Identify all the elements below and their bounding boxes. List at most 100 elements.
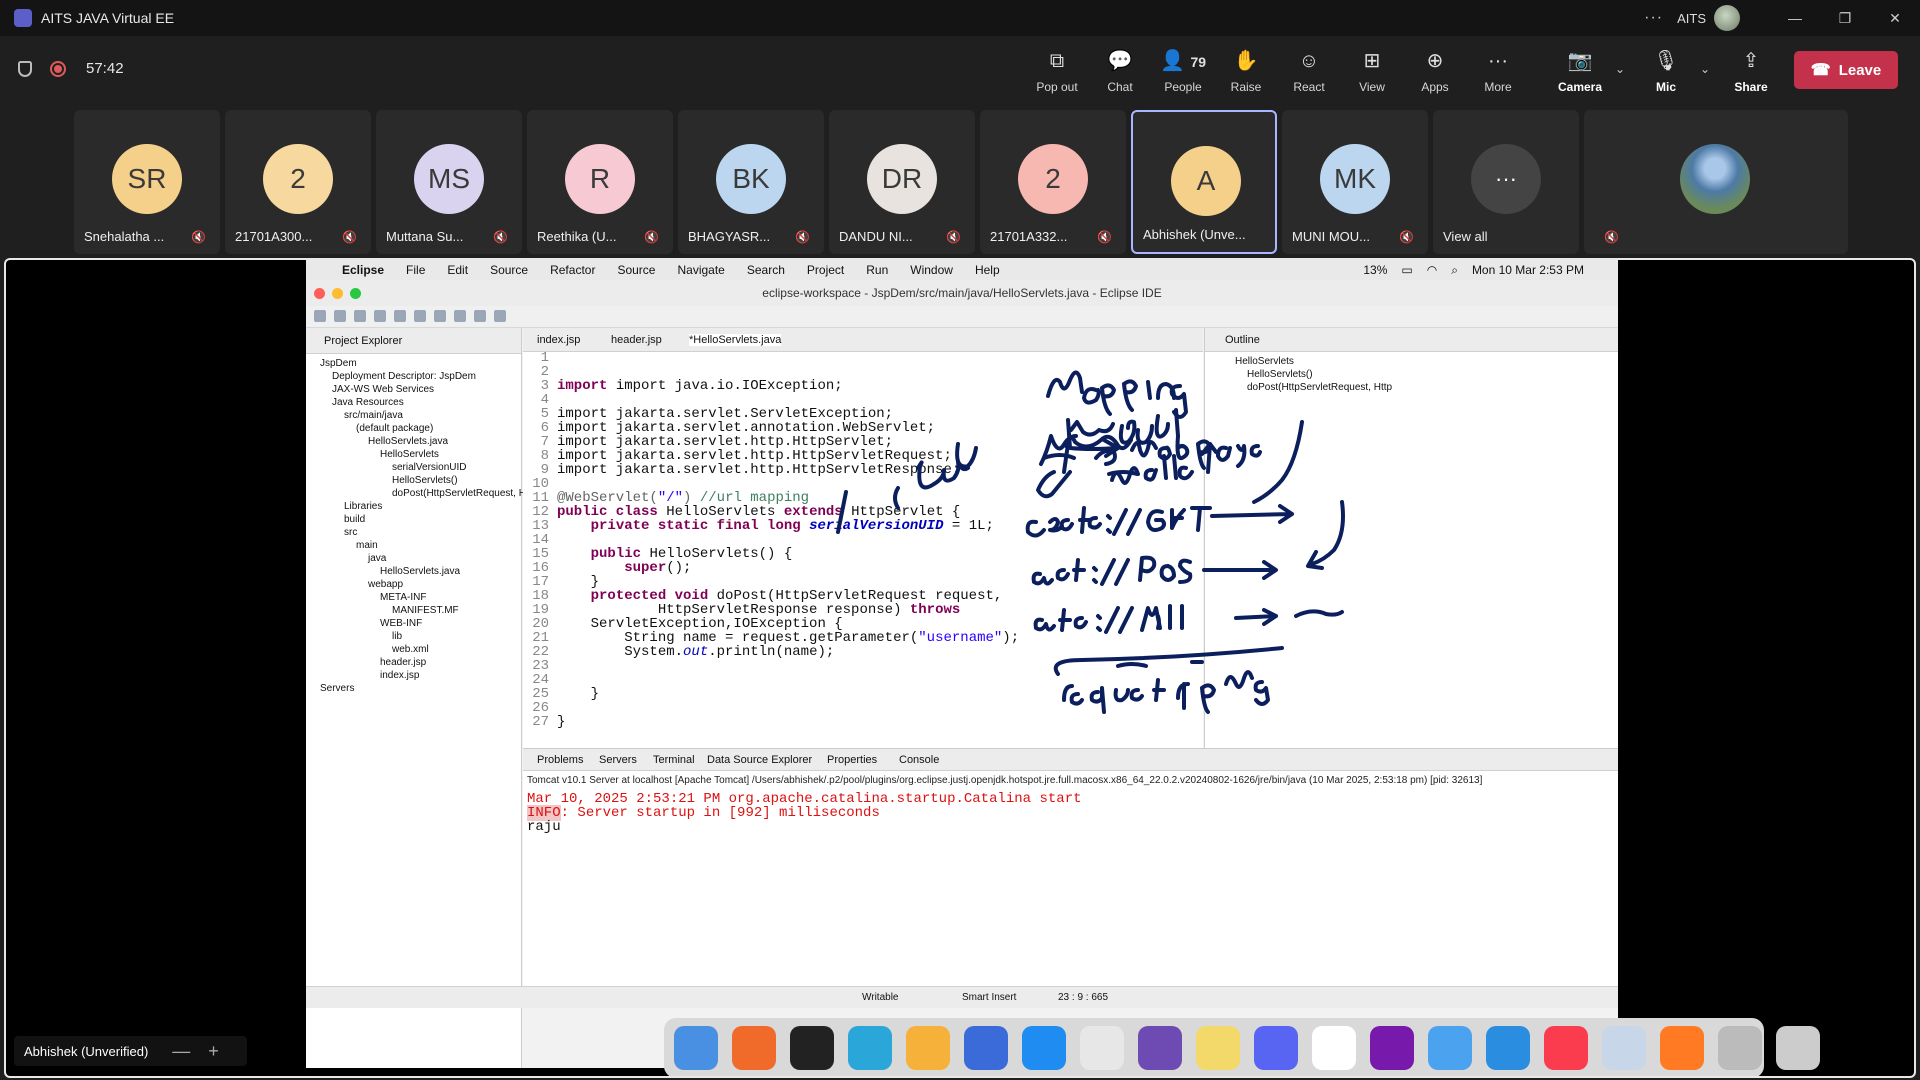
people-button[interactable]: 👤 79 People: [1151, 48, 1215, 94]
tab-data-source-explorer[interactable]: Data Source Explorer: [707, 754, 812, 766]
outline-item[interactable]: doPost(HttpServletRequest, Http: [1247, 382, 1392, 393]
zoom-icon[interactable]: [350, 288, 361, 299]
tree-item[interactable]: MANIFEST.MF: [392, 605, 459, 616]
menu-source[interactable]: Source: [490, 263, 528, 277]
tree-item[interactable]: main: [356, 540, 378, 551]
tree-item[interactable]: build: [344, 514, 365, 525]
music-icon[interactable]: [1544, 1026, 1588, 1070]
app-icon[interactable]: [848, 1026, 892, 1070]
menu-file[interactable]: File: [406, 263, 425, 277]
raise-hand-button[interactable]: ✋ Raise: [1214, 48, 1278, 94]
server-icon[interactable]: [434, 310, 446, 322]
tree-item[interactable]: Servers: [320, 683, 354, 694]
debug-icon[interactable]: [414, 310, 426, 322]
tab-problems[interactable]: Problems: [537, 754, 583, 766]
minimize-button[interactable]: —: [1770, 10, 1820, 26]
github-icon[interactable]: [1138, 1026, 1182, 1070]
participant-tile[interactable]: MK MUNI MOU... 🔇: [1282, 110, 1428, 254]
build-icon[interactable]: [394, 310, 406, 322]
menu-run[interactable]: Run: [866, 263, 888, 277]
mic-options-chevron-icon[interactable]: ⌄: [1700, 62, 1710, 76]
participant-tile[interactable]: MS Muttana Su... 🔇: [376, 110, 522, 254]
undo-icon[interactable]: [374, 310, 386, 322]
zoom-in-icon[interactable]: +: [208, 1041, 219, 1062]
tree-item[interactable]: java: [368, 553, 386, 564]
outline-tab[interactable]: Outline: [1205, 328, 1618, 352]
react-button[interactable]: ☺ React: [1277, 48, 1341, 94]
tree-item[interactable]: META-INF: [380, 592, 426, 603]
menu-window[interactable]: Window: [910, 263, 953, 277]
participant-tile[interactable]: R Reethika (U... 🔇: [527, 110, 673, 254]
tree-item[interactable]: HelloServlets: [380, 449, 439, 460]
save-icon[interactable]: [334, 310, 346, 322]
tree-item[interactable]: serialVersionUID: [392, 462, 466, 473]
menu-help[interactable]: Help: [975, 263, 1000, 277]
leave-button[interactable]: ☎ Leave: [1794, 51, 1898, 89]
tab-terminal[interactable]: Terminal: [653, 754, 695, 766]
tree-item[interactable]: Deployment Descriptor: JspDem: [332, 371, 476, 382]
participant-tile-presenting[interactable]: A Abhishek (Unve...: [1131, 110, 1277, 254]
camera-options-chevron-icon[interactable]: ⌄: [1615, 62, 1625, 76]
app-store-icon[interactable]: [1022, 1026, 1066, 1070]
firefox-icon[interactable]: [1660, 1026, 1704, 1070]
new-icon[interactable]: [314, 310, 326, 322]
camera-button[interactable]: 📷 Camera: [1548, 48, 1612, 94]
launchpad-icon[interactable]: [1080, 1026, 1124, 1070]
tree-item[interactable]: src: [344, 527, 357, 538]
menu-navigate[interactable]: Navigate: [677, 263, 724, 277]
chat-button[interactable]: 💬 Chat: [1088, 48, 1152, 94]
share-button[interactable]: ⇪ Share: [1719, 48, 1783, 94]
trash-icon[interactable]: [1776, 1026, 1820, 1070]
tree-item[interactable]: index.jsp: [380, 670, 419, 681]
sublime-icon[interactable]: [906, 1026, 950, 1070]
tree-item[interactable]: WEB-INF: [380, 618, 422, 629]
tree-item[interactable]: Java Resources: [332, 397, 404, 408]
participant-tile[interactable]: 2 21701A300... 🔇: [225, 110, 371, 254]
menu-refactor[interactable]: Refactor: [550, 263, 595, 277]
tree-item[interactable]: doPost(HttpServletRequest, Htt: [392, 488, 532, 499]
outline-item[interactable]: HelloServlets: [1235, 356, 1294, 367]
participant-tile[interactable]: 2 21701A332... 🔇: [980, 110, 1126, 254]
notion-icon[interactable]: [1312, 1026, 1356, 1070]
vscode-icon[interactable]: [1486, 1026, 1530, 1070]
notes-icon[interactable]: [1196, 1026, 1240, 1070]
zoom-out-icon[interactable]: —: [172, 1041, 190, 1062]
close-button[interactable]: ✕: [1870, 10, 1920, 27]
participant-tile[interactable]: BK BHAGYASR... 🔇: [678, 110, 824, 254]
tree-item[interactable]: HelloServlets(): [392, 475, 458, 486]
more-button[interactable]: ··· More: [1466, 48, 1530, 94]
account-avatar[interactable]: [1714, 5, 1740, 31]
tab-servers[interactable]: Servers: [599, 754, 637, 766]
mic-button[interactable]: 🎙 Mic: [1634, 48, 1698, 94]
search-icon[interactable]: [494, 310, 506, 322]
project-explorer-tab[interactable]: Project Explorer: [306, 328, 521, 354]
apps-button[interactable]: ⊕ Apps: [1403, 48, 1467, 94]
tree-item[interactable]: lib: [392, 631, 402, 642]
menu-edit[interactable]: Edit: [447, 263, 468, 277]
discord-icon[interactable]: [1254, 1026, 1298, 1070]
keynote-icon[interactable]: [1428, 1026, 1472, 1070]
tree-item[interactable]: JspDem: [320, 358, 357, 369]
view-button[interactable]: ⊞ View: [1340, 48, 1404, 94]
code-editor[interactable]: index.jsp header.jsp *HelloServlets.java…: [523, 328, 1203, 748]
participant-tile[interactable]: SR Snehalatha ... 🔇: [74, 110, 220, 254]
onenote-icon[interactable]: [1370, 1026, 1414, 1070]
tree-item[interactable]: webapp: [368, 579, 403, 590]
menu-source-2[interactable]: Source: [617, 263, 655, 277]
tab-index-jsp[interactable]: index.jsp: [537, 334, 580, 346]
menu-project[interactable]: Project: [807, 263, 844, 277]
tree-item[interactable]: Libraries: [344, 501, 382, 512]
menu-app[interactable]: Eclipse: [342, 263, 384, 277]
restore-button[interactable]: ❐: [1820, 10, 1870, 27]
minimize-icon[interactable]: [332, 288, 343, 299]
terminal-icon[interactable]: [790, 1026, 834, 1070]
menu-search[interactable]: Search: [747, 263, 785, 277]
tab-header-jsp[interactable]: header.jsp: [611, 334, 662, 346]
firefox-icon[interactable]: [732, 1026, 776, 1070]
tree-item[interactable]: (default package): [356, 423, 433, 434]
downloads-icon[interactable]: [1718, 1026, 1762, 1070]
run-icon[interactable]: [454, 310, 466, 322]
more-options-icon[interactable]: ···: [1644, 9, 1663, 27]
participant-tile[interactable]: DR DANDU NI... 🔇: [829, 110, 975, 254]
stop-icon[interactable]: [474, 310, 486, 322]
